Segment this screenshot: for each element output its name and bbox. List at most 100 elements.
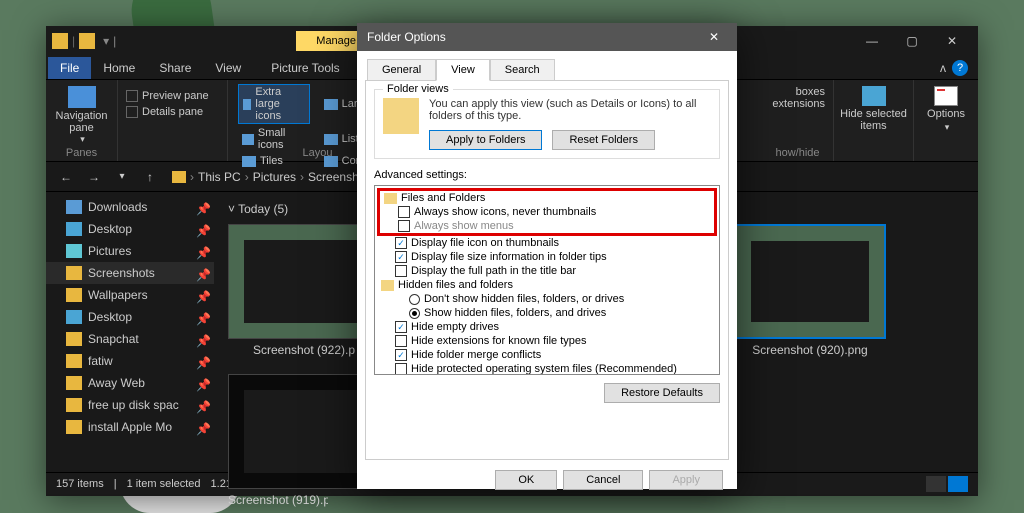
tab-file[interactable]: File: [48, 57, 91, 79]
sidebar-item[interactable]: Desktop📌: [46, 218, 214, 240]
settings-radio[interactable]: Don't show hidden files, folders, or dri…: [377, 292, 717, 306]
close-icon[interactable]: ✕: [701, 30, 727, 44]
thumb-view-button[interactable]: [948, 476, 968, 492]
tab-view[interactable]: View: [436, 59, 490, 81]
dialog-titlebar[interactable]: Folder Options ✕: [357, 23, 737, 51]
tab-picture-tools[interactable]: Picture Tools: [259, 57, 351, 79]
sidebar-item-label: Wallpapers: [88, 288, 148, 302]
folder-icon: [66, 200, 82, 214]
settings-checkbox[interactable]: Display file size information in folder …: [377, 250, 717, 264]
navigation-sidebar: Downloads📌Desktop📌Pictures📌Screenshots📌W…: [46, 192, 214, 472]
file-thumbnail[interactable]: Screenshot (919).p: [228, 374, 328, 472]
settings-checkbox[interactable]: Hide empty drives: [377, 320, 717, 334]
details-view-button[interactable]: [926, 476, 946, 492]
settings-checkbox[interactable]: Always show icons, never thumbnails: [380, 205, 714, 219]
options-button[interactable]: Options ▾: [922, 82, 970, 137]
ok-button[interactable]: OK: [495, 470, 557, 490]
pin-icon: 📌: [196, 246, 206, 256]
navigation-pane-button[interactable]: Navigation pane ▾: [54, 82, 109, 149]
settings-checkbox[interactable]: Always show menus: [380, 219, 714, 233]
settings-checkbox[interactable]: Display file icon on thumbnails: [377, 236, 717, 250]
checkbox-icon: [395, 265, 407, 277]
sidebar-item[interactable]: fatiw📌: [46, 350, 214, 372]
up-button[interactable]: ↑: [138, 165, 162, 189]
checkbox-icon: [395, 349, 407, 361]
settings-radio[interactable]: Show hidden files, folders, and drives: [377, 306, 717, 320]
details-pane-toggle[interactable]: Details pane: [126, 104, 219, 120]
folder-icon: [66, 354, 82, 368]
settings-header: Hidden files and folders: [377, 278, 717, 292]
sidebar-item[interactable]: Pictures📌: [46, 240, 214, 262]
cancel-button[interactable]: Cancel: [563, 470, 643, 490]
close-button[interactable]: ✕: [932, 27, 972, 55]
setting-label: Display the full path in the title bar: [411, 265, 576, 277]
setting-label: Hide protected operating system files (R…: [411, 363, 677, 375]
forward-button[interactable]: →: [82, 165, 106, 189]
settings-checkbox[interactable]: Display the full path in the title bar: [377, 264, 717, 278]
sidebar-item[interactable]: Away Web📌: [46, 372, 214, 394]
advanced-settings-list[interactable]: Files and FoldersAlways show icons, neve…: [374, 185, 720, 375]
group-legend: Folder views: [383, 83, 453, 95]
settings-checkbox[interactable]: Hide folder merge conflicts: [377, 348, 717, 362]
sidebar-item-label: fatiw: [88, 354, 113, 368]
sidebar-item-label: Downloads: [88, 200, 147, 214]
checkbox-icon: [395, 237, 407, 249]
tab-home[interactable]: Home: [91, 57, 147, 79]
checkbox-icon: [398, 206, 410, 218]
apply-to-folders-button[interactable]: Apply to Folders: [429, 130, 542, 150]
breadcrumb[interactable]: › This PC › Pictures › Screenshots: [166, 170, 381, 184]
minimize-button[interactable]: —: [852, 27, 892, 55]
restore-defaults-button[interactable]: Restore Defaults: [604, 383, 720, 403]
sidebar-item-label: Screenshots: [88, 266, 155, 280]
back-button[interactable]: ←: [54, 165, 78, 189]
folder-views-group: Folder views You can apply this view (su…: [374, 89, 720, 159]
folder-icon: [52, 33, 68, 49]
setting-label: Hide empty drives: [411, 321, 499, 333]
tab-view[interactable]: View: [203, 57, 253, 79]
sidebar-item[interactable]: Screenshots📌: [46, 262, 214, 284]
thumbnail-image: [734, 224, 886, 339]
breadcrumb-segment[interactable]: Pictures: [253, 170, 296, 184]
hide-selected-button[interactable]: Hide selected items: [842, 82, 905, 136]
item-count: 157 items: [56, 478, 104, 490]
folder-options-dialog: Folder Options ✕ General View Search Fol…: [357, 23, 737, 489]
tab-search[interactable]: Search: [490, 59, 555, 80]
preview-pane-toggle[interactable]: Preview pane: [126, 88, 219, 104]
sidebar-item-label: Snapchat: [88, 332, 139, 346]
tab-general[interactable]: General: [367, 59, 436, 80]
sidebar-item[interactable]: install Apple Mo 📌: [46, 416, 214, 438]
radio-icon: [409, 294, 420, 305]
dialog-title: Folder Options: [367, 30, 446, 44]
breadcrumb-segment[interactable]: This PC: [198, 170, 241, 184]
settings-checkbox[interactable]: Hide protected operating system files (R…: [377, 362, 717, 375]
layout-xl-icons[interactable]: Extra large icons: [238, 84, 310, 124]
dialog-footer: OK Cancel Apply: [357, 460, 737, 500]
dialog-tabs: General View Search: [357, 51, 737, 80]
checkbox-icon: [398, 220, 410, 232]
setting-label: Don't show hidden files, folders, or dri…: [424, 293, 624, 305]
sidebar-item[interactable]: Snapchat 📌: [46, 328, 214, 350]
tab-share[interactable]: Share: [147, 57, 203, 79]
setting-label: Hide extensions for known file types: [411, 335, 586, 347]
pin-icon: 📌: [196, 422, 206, 432]
recent-button[interactable]: ▾: [110, 165, 134, 189]
sidebar-item[interactable]: Downloads📌: [46, 196, 214, 218]
sidebar-item[interactable]: free up disk spac📌: [46, 394, 214, 416]
reset-folders-button[interactable]: Reset Folders: [552, 130, 654, 150]
help-icon[interactable]: ?: [952, 60, 968, 76]
sidebar-item-label: install Apple Mo: [88, 420, 172, 434]
pin-icon: 📌: [196, 378, 206, 388]
sidebar-item[interactable]: Wallpapers 📌: [46, 284, 214, 306]
file-thumbnail[interactable]: Screenshot (920).png: [734, 224, 886, 357]
checkbox-icon: [395, 321, 407, 333]
settings-checkbox[interactable]: Hide extensions for known file types: [377, 334, 717, 348]
checkbox-icon: [395, 251, 407, 263]
checkboxes-label: boxes: [770, 86, 825, 98]
pin-icon: 📌: [196, 334, 206, 344]
apply-button[interactable]: Apply: [649, 470, 723, 490]
sidebar-item[interactable]: Desktop📌: [46, 306, 214, 328]
settings-header: Files and Folders: [380, 191, 714, 205]
collapse-ribbon-icon[interactable]: ʌ: [940, 61, 946, 75]
pin-icon: 📌: [196, 290, 206, 300]
maximize-button[interactable]: ▢: [892, 27, 932, 55]
